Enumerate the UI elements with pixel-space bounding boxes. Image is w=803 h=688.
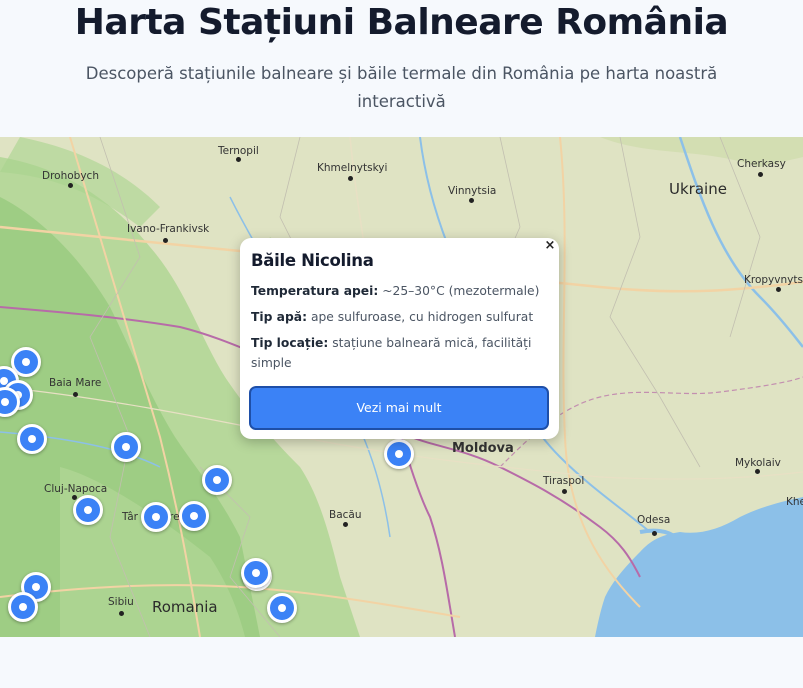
see-more-button[interactable]: Vezi mai mult <box>249 386 549 430</box>
city-dot <box>755 469 760 474</box>
page-subtitle: Descoperă stațiunile balneare și băile t… <box>85 64 718 111</box>
city-dot <box>562 489 567 494</box>
city-dot <box>68 183 73 188</box>
map-pin-icon[interactable] <box>179 501 209 531</box>
page-title: Harta Stațiuni Balneare România <box>74 2 729 43</box>
city-label: Kropyvnytsk <box>744 274 803 286</box>
city-dot <box>73 392 78 397</box>
location-popup: × Băile Nicolina Temperatura apei: ~25–3… <box>240 238 559 439</box>
city-label: Ivano-Frankivsk <box>127 223 210 235</box>
popup-row-value: ape sulfuroase, cu hidrogen sulfurat <box>310 310 534 324</box>
popup-row-temperature: Temperatura apei: ~25–30°C (mezotermale) <box>251 281 548 301</box>
city-dot <box>776 287 781 292</box>
city-label: Bacău <box>329 509 362 521</box>
city-dot <box>163 238 168 243</box>
city-dot <box>469 198 474 203</box>
city-label: Khmelnytskyi <box>317 162 388 174</box>
city-label: Tiraspol <box>543 475 585 487</box>
city-label: Drohobych <box>42 170 99 182</box>
popup-title: Băile Nicolina <box>251 251 374 270</box>
close-icon[interactable]: × <box>543 239 557 254</box>
city-dot <box>119 611 124 616</box>
map-pin-icon[interactable] <box>202 465 232 495</box>
city-dot <box>236 157 241 162</box>
city-label: Cherkasy <box>737 158 786 170</box>
city-dot <box>348 176 353 181</box>
page-header: Harta Stațiuni Balneare România Descoper… <box>0 0 803 137</box>
city-dot <box>343 522 348 527</box>
map-pin-icon[interactable] <box>111 432 141 462</box>
map-pin-icon[interactable] <box>8 592 38 622</box>
city-label: Khe <box>786 496 803 508</box>
city-label: Sibiu <box>108 596 134 608</box>
city-dot <box>652 531 657 536</box>
map-pin-icon[interactable] <box>141 502 171 532</box>
map-pin-icon[interactable] <box>241 558 271 588</box>
popup-row-label: Temperatura apei: <box>251 284 379 298</box>
city-label: Vinnytsia <box>448 185 497 197</box>
map-pin-icon[interactable] <box>384 439 414 469</box>
city-label: Cluj-Napoca <box>44 483 108 495</box>
popup-row-location-type: Tip locație: stațiune balneară mică, fac… <box>251 333 548 373</box>
country-label-ukraine: Ukraine <box>669 180 727 198</box>
country-label-moldova: Moldova <box>452 441 514 456</box>
map-pin-icon[interactable] <box>17 424 47 454</box>
city-label: Târ <box>122 511 138 523</box>
city-label: Baia Mare <box>49 377 102 389</box>
country-label-romania: Romania <box>152 598 218 616</box>
city-dot <box>758 172 763 177</box>
popup-row-water-type: Tip apă: ape sulfuroase, cu hidrogen sul… <box>251 307 548 327</box>
city-label: Mykolaiv <box>735 457 781 469</box>
map-pin-icon[interactable] <box>267 593 297 623</box>
city-label: Odesa <box>637 514 671 526</box>
popup-row-label: Tip locație: <box>251 336 329 350</box>
city-label: Ternopil <box>218 145 259 157</box>
popup-row-value: ~25–30°C (mezotermale) <box>382 284 540 298</box>
map-pin-icon[interactable] <box>73 495 103 525</box>
popup-row-label: Tip apă: <box>251 310 308 324</box>
